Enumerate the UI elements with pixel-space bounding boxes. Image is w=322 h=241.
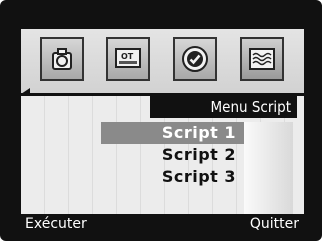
tab-camera[interactable] [40,37,84,81]
device-frame: OT Menu Script Script 1 Script 2 Script … [0,0,322,241]
checkmark-circle-icon [181,45,209,73]
camera-icon [49,46,75,72]
tab-review[interactable] [173,37,217,81]
quit-button[interactable]: Quitter [250,214,299,234]
side-panel [244,122,293,214]
softkey-bar: Exécuter Quitter [21,214,304,234]
lcd-screen: OT Menu Script Script 1 Script 2 Script … [21,29,304,234]
menu-item-script-3[interactable]: Script 3 [101,166,244,188]
menu-item-script-1[interactable]: Script 1 [101,122,244,144]
menu-item-script-2[interactable]: Script 2 [101,144,244,166]
menu-tab-bar: OT [21,29,304,93]
tab-script[interactable] [240,37,284,81]
execute-button[interactable]: Exécuter [25,214,87,234]
settings-display-icon: OT [114,46,142,72]
svg-text:OT: OT [121,52,134,61]
script-waves-icon [248,46,276,72]
tab-settings[interactable]: OT [106,37,150,81]
menu-title: Menu Script [150,96,297,118]
